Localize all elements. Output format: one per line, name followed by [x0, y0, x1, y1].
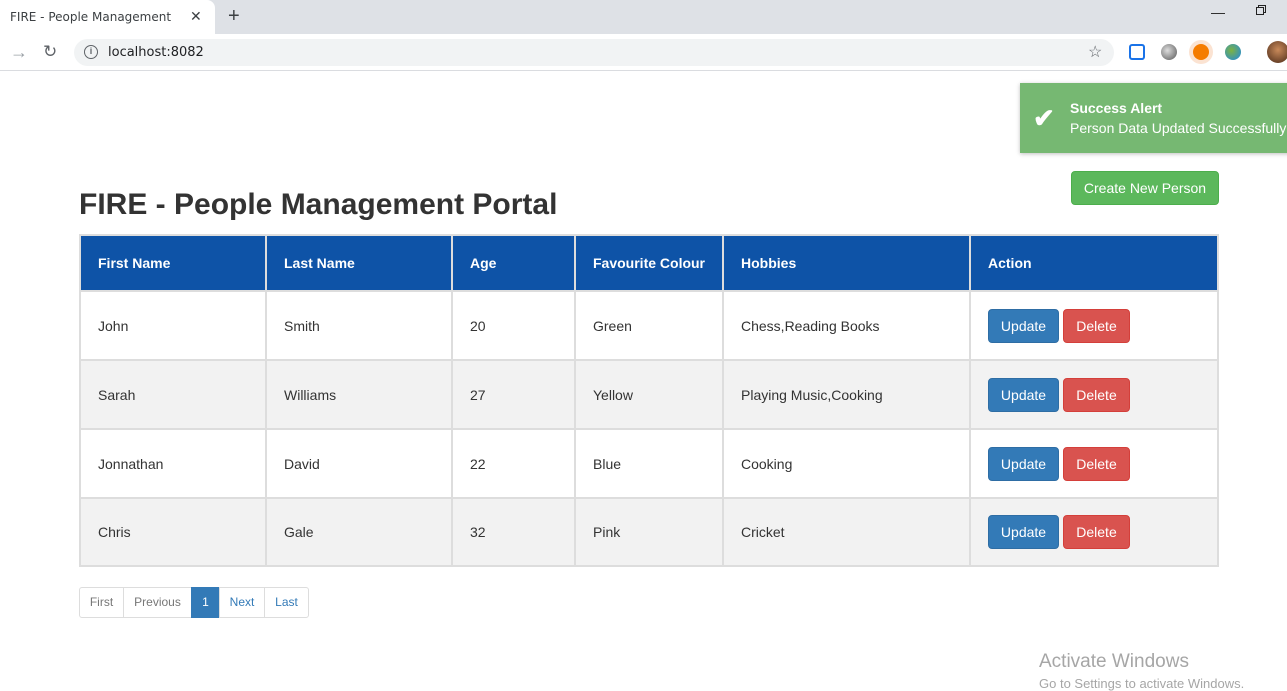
cell-colour: Green — [576, 292, 722, 359]
extension-icon[interactable] — [1161, 44, 1177, 60]
pagination-last[interactable]: Last — [264, 587, 309, 618]
cell-last-name: David — [267, 430, 451, 497]
pagination-first[interactable]: First — [79, 587, 124, 618]
cell-hobbies: Chess,Reading Books — [724, 292, 969, 359]
cell-action: Update Delete — [971, 292, 1217, 359]
profile-avatar[interactable] — [1267, 41, 1287, 63]
cell-colour: Blue — [576, 430, 722, 497]
column-header: First Name — [81, 236, 265, 290]
cell-hobbies: Cooking — [724, 430, 969, 497]
create-new-person-button[interactable]: Create New Person — [1071, 171, 1219, 205]
table-row: Sarah Williams 27 Yellow Playing Music,C… — [81, 361, 1217, 428]
extension-icon[interactable] — [1129, 44, 1145, 60]
table-row: John Smith 20 Green Chess,Reading Books … — [81, 292, 1217, 359]
delete-button[interactable]: Delete — [1063, 377, 1130, 412]
people-table: First Name Last Name Age Favourite Colou… — [79, 234, 1219, 567]
cell-first-name: John — [81, 292, 265, 359]
column-header: Last Name — [267, 236, 451, 290]
success-alert: ✔ Success Alert Person Data Updated Succ… — [1020, 83, 1287, 153]
delete-button[interactable]: Delete — [1063, 515, 1130, 549]
cell-hobbies: Cricket — [724, 499, 969, 565]
cell-last-name: Smith — [267, 292, 451, 359]
new-tab-icon[interactable]: + — [228, 5, 240, 28]
extension-icon[interactable] — [1193, 44, 1209, 60]
tab-title: FIRE - People Management — [10, 10, 172, 24]
minimize-icon[interactable]: — — [1211, 4, 1225, 20]
alert-title: Success Alert — [1070, 100, 1163, 116]
column-header: Action — [971, 236, 1217, 290]
cell-age: 32 — [453, 499, 574, 565]
cell-hobbies: Playing Music,Cooking — [724, 361, 969, 428]
restore-icon[interactable] — [1256, 5, 1267, 16]
watermark-title: Activate Windows — [1039, 651, 1189, 672]
forward-icon[interactable]: → — [10, 42, 28, 63]
cell-age: 20 — [453, 292, 574, 359]
cell-first-name: Jonnathan — [81, 430, 265, 497]
pagination-page-1[interactable]: 1 — [191, 587, 220, 618]
cell-action: Update Delete — [971, 430, 1217, 497]
update-button[interactable]: Update — [988, 308, 1059, 343]
cell-first-name: Chris — [81, 499, 265, 565]
delete-button[interactable]: Delete — [1063, 446, 1130, 481]
column-header: Age — [453, 236, 574, 290]
update-button[interactable]: Update — [988, 446, 1059, 481]
browser-tab[interactable]: FIRE - People Management ✕ — [0, 0, 215, 34]
cell-action: Update Delete — [971, 361, 1217, 428]
table-header-row: First Name Last Name Age Favourite Colou… — [81, 236, 1217, 290]
cell-last-name: Williams — [267, 361, 451, 428]
page-title: FIRE - People Management Portal — [79, 188, 558, 221]
cell-age: 22 — [453, 430, 574, 497]
checkmark-icon: ✔ — [1033, 103, 1055, 133]
pagination: First Previous 1 Next Last — [79, 587, 309, 618]
cell-age: 27 — [453, 361, 574, 428]
update-button[interactable]: Update — [988, 515, 1059, 549]
alert-message: Person Data Updated Successfully — [1070, 120, 1287, 136]
cell-colour: Pink — [576, 499, 722, 565]
table-row: Jonnathan David 22 Blue Cooking Update D… — [81, 430, 1217, 497]
table-row: Chris Gale 32 Pink Cricket Update Delete — [81, 499, 1217, 565]
pagination-previous[interactable]: Previous — [123, 587, 192, 618]
update-button[interactable]: Update — [988, 377, 1059, 412]
tab-close-icon[interactable]: ✕ — [190, 8, 202, 25]
browser-tab-bar: FIRE - People Management ✕ + — — [0, 0, 1287, 34]
watermark-subtitle: Go to Settings to activate Windows. — [1039, 676, 1245, 691]
info-icon[interactable]: i — [84, 45, 98, 59]
reload-icon[interactable]: ↻ — [43, 42, 57, 62]
cell-last-name: Gale — [267, 499, 451, 565]
cell-first-name: Sarah — [81, 361, 265, 428]
extension-icon[interactable] — [1225, 44, 1241, 60]
address-bar[interactable]: i localhost:8082 ☆ — [74, 39, 1114, 66]
cell-action: Update Delete — [971, 499, 1217, 565]
column-header: Favourite Colour — [576, 236, 722, 290]
cell-colour: Yellow — [576, 361, 722, 428]
column-header: Hobbies — [724, 236, 969, 290]
delete-button[interactable]: Delete — [1063, 308, 1130, 343]
pagination-next[interactable]: Next — [219, 587, 265, 618]
browser-toolbar: → ↻ i localhost:8082 ☆ — [0, 34, 1287, 71]
bookmark-star-icon[interactable]: ☆ — [1088, 42, 1102, 62]
url-text[interactable]: localhost:8082 — [108, 45, 204, 60]
activate-windows-watermark: Activate Windows Go to Settings to activ… — [1039, 651, 1244, 691]
